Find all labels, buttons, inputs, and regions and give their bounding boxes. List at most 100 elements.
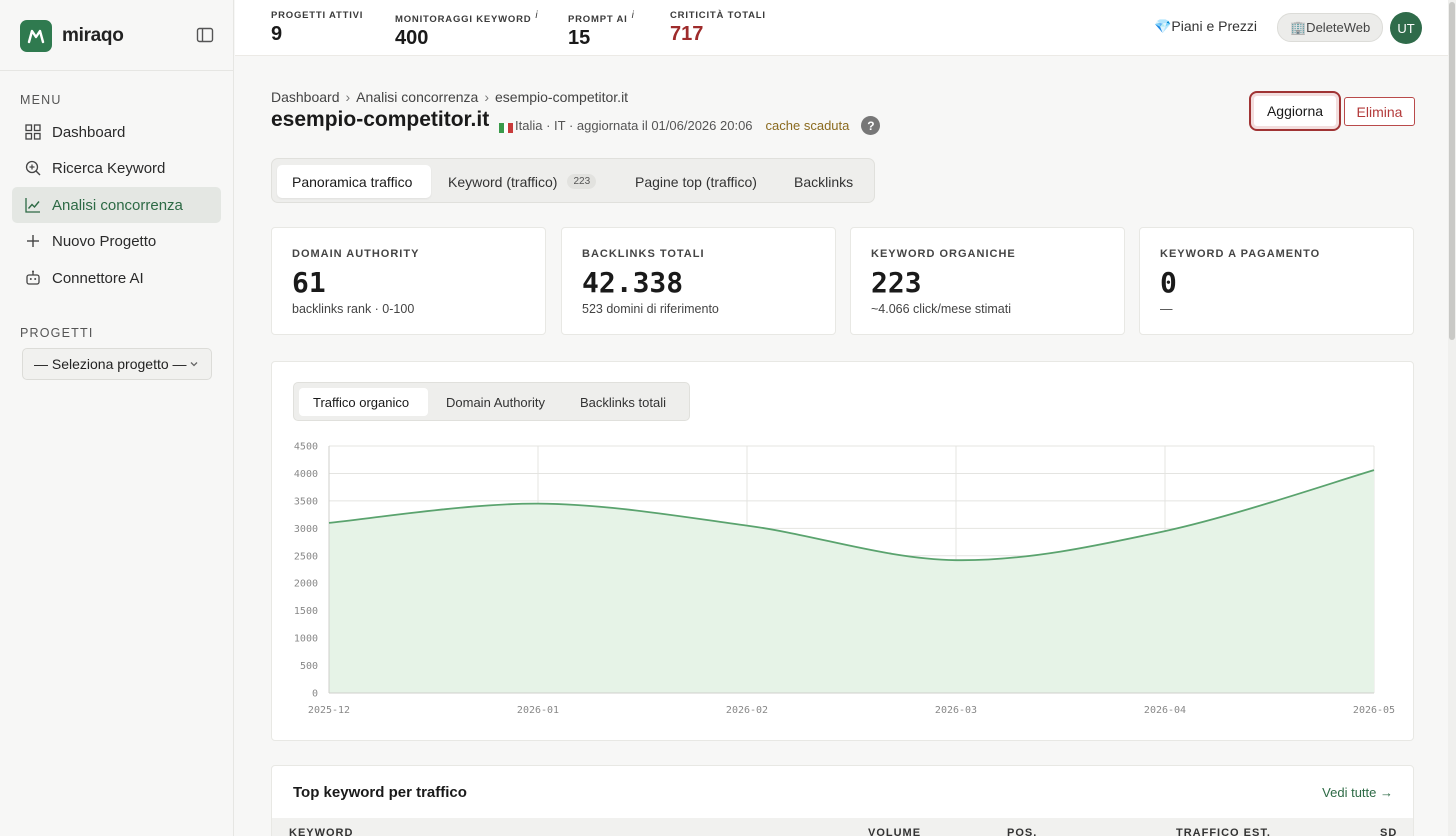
page-scrollbar-thumb[interactable] — [1449, 2, 1455, 340]
stat-criticita-totali: CRITICITÀ TOTALI 717 — [670, 10, 766, 46]
column-header-traffico[interactable]: TRAFFICO EST. — [1176, 827, 1271, 836]
cache-status: cache scaduta — [765, 118, 850, 133]
y-tick-label: 1500 — [294, 606, 318, 617]
brand[interactable]: miraqo — [20, 20, 124, 52]
column-header-pos[interactable]: POS. — [1007, 827, 1037, 836]
plus-icon — [27, 235, 39, 247]
chart-tab-label: Backlinks totali — [580, 394, 666, 410]
info-icon[interactable]: i — [535, 10, 538, 21]
count-badge: 223 — [567, 174, 597, 189]
top-keywords-title: Top keyword per traffico — [293, 784, 467, 801]
kpi-title: BACKLINKS TOTALI — [582, 248, 705, 260]
stat-label-text: PROMPT AI — [568, 14, 628, 26]
chevron-down-icon — [190, 362, 198, 367]
y-tick-label: 2000 — [294, 579, 318, 590]
y-tick-label: 0 — [312, 689, 318, 700]
stat-monitoraggi-keyword: MONITORAGGI KEYWORD i 400 — [395, 10, 538, 50]
avatar[interactable]: UT — [1390, 12, 1422, 44]
logo-icon — [20, 20, 52, 52]
stat-prompt-ai: PROMPT AI i 15 — [568, 10, 635, 50]
sidebar-divider — [0, 70, 234, 71]
sidebar-item-ricerca-keyword[interactable]: Ricerca Keyword — [12, 150, 221, 186]
sidebar-item-label: Nuovo Progetto — [52, 232, 157, 250]
x-tick-label: 2026-04 — [1144, 705, 1186, 716]
y-tick-label: 4500 — [294, 442, 318, 453]
plans-link[interactable]: 💎Piani e Prezzi — [1154, 18, 1257, 35]
kpi-backlinks-totali: BACKLINKS TOTALI 42.338 523 domini di ri… — [561, 227, 836, 335]
sidebar-item-label: Connettore AI — [52, 269, 144, 287]
info-icon[interactable]: i — [632, 10, 635, 21]
chart-tabs: Traffico organico Domain Authority Backl… — [293, 382, 690, 421]
x-tick-label: 2026-03 — [935, 705, 977, 716]
sidebar-item-nuovo-progetto[interactable]: Nuovo Progetto — [12, 223, 221, 259]
kpi-title: KEYWORD A PAGAMENTO — [1160, 248, 1321, 260]
see-all-link[interactable]: Vedi tutte → — [1322, 785, 1393, 800]
kpi-subtitle: ~4.066 click/mese stimati — [871, 302, 1011, 316]
y-tick-label: 4000 — [294, 469, 318, 480]
column-header-keyword[interactable]: KEYWORD — [289, 827, 353, 836]
sidebar-item-connettore-ai[interactable]: Connettore AI — [12, 260, 221, 296]
chart-tab-label: Traffico organico — [313, 394, 410, 410]
chart-tab-traffico-organico[interactable]: Traffico organico — [299, 388, 428, 416]
stat-value: 717 — [670, 23, 704, 45]
column-header-sd[interactable]: SD — [1380, 827, 1397, 836]
tab-label: Panoramica traffico — [292, 173, 413, 190]
sidebar-item-label: Analisi concorrenza — [52, 196, 183, 214]
line-chart-icon — [25, 198, 40, 213]
project-select[interactable]: — Seleziona progetto — — [22, 348, 212, 380]
menu-heading: MENU — [20, 93, 62, 107]
top-keywords-card: Top keyword per traffico Vedi tutte → KE… — [271, 765, 1414, 836]
chart-tab-domain-authority[interactable]: Domain Authority — [432, 388, 562, 416]
y-tick-label: 3000 — [294, 524, 318, 535]
kpi-title: DOMAIN AUTHORITY — [292, 248, 420, 260]
breadcrumb: Dashboard › Analisi concorrenza › esempio-co… — [271, 89, 628, 105]
italy-flag-icon — [499, 121, 513, 133]
page-meta: Italia · IT · aggiornata il 01/06/2026 2… — [499, 116, 881, 135]
kpi-value: 42.338 — [582, 266, 684, 299]
project-select-value: — Seleziona progetto — — [34, 356, 187, 372]
stat-label-text: MONITORAGGI KEYWORD — [395, 14, 532, 26]
kpi-subtitle: — — [1160, 302, 1173, 316]
y-tick-label: 2500 — [294, 551, 318, 562]
column-header-volume[interactable]: VOLUME — [868, 827, 921, 836]
stat-progetti-attivi: PROGETTI ATTIVI 9 — [271, 10, 363, 46]
stat-value: 9 — [271, 23, 283, 45]
stat-label-text: PROGETTI ATTIVI — [271, 10, 364, 21]
delete-button[interactable]: Elimina — [1344, 97, 1415, 126]
main-tabs: Panoramica traffico Keyword (traffico) 22… — [271, 158, 875, 203]
kpi-subtitle: 523 domini di riferimento — [582, 302, 719, 316]
page-title: esempio-competitor.it — [271, 108, 490, 131]
kpi-subtitle: backlinks rank · 0-100 — [292, 302, 415, 316]
x-tick-label: 2025-12 — [308, 705, 350, 716]
stat-label: PROGETTI ATTIVI — [271, 10, 363, 21]
traffic-area-fill — [329, 470, 1374, 693]
stat-value: 400 — [395, 27, 429, 50]
stat-label-text: CRITICITÀ TOTALI — [670, 10, 766, 21]
sidebar-item-label: Dashboard — [52, 123, 126, 141]
y-tick-label: 1000 — [294, 634, 318, 645]
sidebar-item-dashboard[interactable]: Dashboard — [12, 114, 221, 150]
tab-keyword-traffico[interactable]: Keyword (traffico) 223 — [434, 165, 612, 198]
tab-label: Keyword (traffico) — [448, 173, 558, 190]
brand-name: miraqo — [62, 25, 124, 46]
chart-tab-backlinks-totali[interactable]: Backlinks totali — [566, 388, 686, 416]
refresh-button[interactable]: Aggiorna — [1249, 91, 1341, 131]
traffic-chart-card: 0 500 1000 1500 2000 2500 3000 3500 4000 4500 2025… — [271, 361, 1414, 741]
grid-icon — [25, 124, 41, 140]
tab-panoramica-traffico[interactable]: Panoramica traffico — [277, 165, 431, 198]
sidebar-item-analisi-concorrenza[interactable]: Analisi concorrenza — [12, 187, 221, 223]
tab-label: Pagine top (traffico) — [635, 173, 757, 190]
topbar: PROGETTI ATTIVI 9 MONITORAGGI KEYWORD i 4… — [235, 0, 1456, 56]
tab-backlinks[interactable]: Backlinks — [780, 165, 870, 198]
sidebar-toggle-icon[interactable] — [196, 26, 214, 44]
breadcrumb-current: esempio-competitor.it — [495, 89, 629, 105]
account-switcher-button[interactable]: 🏢DeleteWeb — [1277, 13, 1384, 42]
y-tick-label: 3500 — [294, 496, 318, 507]
stat-label: PROMPT AI i — [568, 10, 635, 25]
kpi-value: 0 — [1160, 266, 1177, 299]
x-tick-label: 2026-01 — [517, 705, 559, 716]
help-icon[interactable]: ? — [861, 116, 881, 135]
tab-pagine-top[interactable]: Pagine top (traffico) — [621, 165, 767, 198]
breadcrumb-analisi-concorrenza[interactable]: Analisi concorrenza — [356, 89, 478, 105]
breadcrumb-dashboard[interactable]: Dashboard — [271, 89, 340, 105]
